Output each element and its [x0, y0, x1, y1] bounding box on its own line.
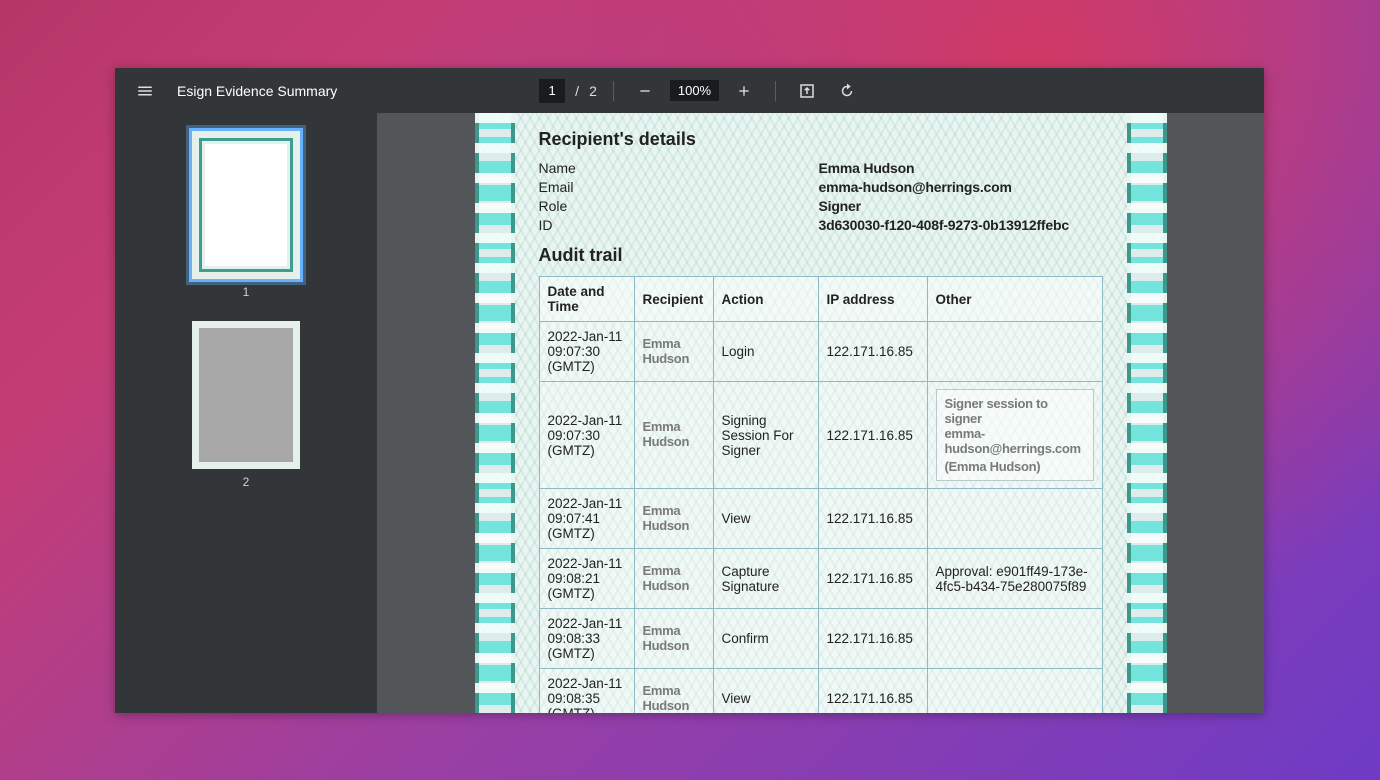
col-ip: IP address	[818, 277, 927, 322]
detail-label-id: ID	[539, 217, 819, 233]
plus-icon	[736, 83, 752, 99]
cell-recipient: EmmaHudson	[634, 549, 713, 609]
table-row: 2022-Jan-11 09:08:35 (GMTZ)EmmaHudsonVie…	[539, 669, 1102, 714]
cell-action: Signing Session For Signer	[713, 382, 818, 489]
table-header-row: Date and Time Recipient Action IP addres…	[539, 277, 1102, 322]
cell-other	[927, 609, 1102, 669]
cell-other: Approval: e901ff49-173e-4fc5-b434-75e280…	[927, 549, 1102, 609]
table-row: 2022-Jan-11 09:07:30 (GMTZ)EmmaHudsonLog…	[539, 322, 1102, 382]
toolbar-divider	[775, 81, 776, 101]
zoom-out-button[interactable]	[630, 76, 660, 106]
toolbar-center: / 2 100%	[337, 76, 1064, 106]
detail-label-role: Role	[539, 198, 819, 214]
rotate-button[interactable]	[832, 76, 862, 106]
recipient-heading: Recipient's details	[539, 129, 1103, 150]
cell-ip: 122.171.16.85	[818, 382, 927, 489]
detail-value-email: emma-hudson@herrings.com	[819, 179, 1103, 195]
col-other: Other	[927, 277, 1102, 322]
cell-other	[927, 489, 1102, 549]
zoom-level[interactable]: 100%	[670, 80, 719, 101]
other-detail-box: Signer session to signeremma-hudson@herr…	[936, 389, 1094, 481]
rotate-icon	[838, 82, 856, 100]
col-date-time: Date and Time	[539, 277, 634, 322]
cell-action: Login	[713, 322, 818, 382]
detail-value-role: Signer	[819, 198, 1103, 214]
col-action: Action	[713, 277, 818, 322]
other-line: (Emma Hudson)	[945, 459, 1085, 474]
table-row: 2022-Jan-11 09:08:21 (GMTZ)EmmaHudsonCap…	[539, 549, 1102, 609]
cell-recipient: EmmaHudson	[634, 322, 713, 382]
cell-action: Capture Signature	[713, 549, 818, 609]
thumbnail-label: 2	[243, 475, 250, 489]
cell-date-time: 2022-Jan-11 09:08:33 (GMTZ)	[539, 609, 634, 669]
thumbnail-label: 1	[243, 285, 250, 299]
document-content: Recipient's details Name Emma Hudson Ema…	[539, 113, 1103, 713]
detail-value-name: Emma Hudson	[819, 160, 1103, 176]
page-separator: /	[575, 83, 579, 99]
hamburger-icon	[136, 82, 154, 100]
audit-table-body: 2022-Jan-11 09:07:30 (GMTZ)EmmaHudsonLog…	[539, 322, 1102, 714]
cell-recipient: EmmaHudson	[634, 489, 713, 549]
cell-date-time: 2022-Jan-11 09:07:41 (GMTZ)	[539, 489, 634, 549]
cell-ip: 122.171.16.85	[818, 489, 927, 549]
cell-date-time: 2022-Jan-11 09:08:35 (GMTZ)	[539, 669, 634, 714]
cell-date-time: 2022-Jan-11 09:07:30 (GMTZ)	[539, 382, 634, 489]
col-recipient: Recipient	[634, 277, 713, 322]
document-pane[interactable]: Recipient's details Name Emma Hudson Ema…	[377, 113, 1264, 713]
page-border-left-icon	[475, 113, 515, 713]
detail-label-name: Name	[539, 160, 819, 176]
audit-table: Date and Time Recipient Action IP addres…	[539, 276, 1103, 713]
viewer-body: 1 2 Recipient's details Name Emma Hudson	[115, 113, 1264, 713]
table-row: 2022-Jan-11 09:07:30 (GMTZ)EmmaHudsonSig…	[539, 382, 1102, 489]
cell-recipient: EmmaHudson	[634, 382, 713, 489]
fit-page-icon	[798, 82, 816, 100]
menu-button[interactable]	[125, 71, 165, 111]
cell-ip: 122.171.16.85	[818, 549, 927, 609]
cell-ip: 122.171.16.85	[818, 669, 927, 714]
table-row: 2022-Jan-11 09:07:41 (GMTZ)EmmaHudsonVie…	[539, 489, 1102, 549]
other-line: Signer session to signer	[945, 396, 1085, 426]
thumbnail-preview	[199, 328, 293, 462]
table-row: 2022-Jan-11 09:08:33 (GMTZ)EmmaHudsonCon…	[539, 609, 1102, 669]
cell-action: View	[713, 669, 818, 714]
detail-label-email: Email	[539, 179, 819, 195]
recipient-details: Name Emma Hudson Email emma-hudson@herri…	[539, 160, 1103, 233]
audit-heading: Audit trail	[539, 245, 1103, 266]
cell-ip: 122.171.16.85	[818, 322, 927, 382]
toolbar-divider	[613, 81, 614, 101]
cell-action: View	[713, 489, 818, 549]
toolbar: Esign Evidence Summary / 2 100%	[115, 68, 1264, 113]
document-page: Recipient's details Name Emma Hudson Ema…	[475, 113, 1167, 713]
thumbnail-preview	[205, 144, 287, 266]
pdf-viewer-window: Esign Evidence Summary / 2 100%	[115, 68, 1264, 713]
minus-icon	[637, 83, 653, 99]
toolbar-left: Esign Evidence Summary	[115, 71, 337, 111]
page-number-input[interactable]	[539, 79, 565, 103]
cell-recipient: EmmaHudson	[634, 609, 713, 669]
cell-ip: 122.171.16.85	[818, 609, 927, 669]
fit-page-button[interactable]	[792, 76, 822, 106]
desktop-background: Esign Evidence Summary / 2 100%	[0, 0, 1380, 780]
cell-action: Confirm	[713, 609, 818, 669]
detail-value-id: 3d630030-f120-408f-9273-0b13912ffebc	[819, 217, 1103, 233]
thumbnail-2[interactable]	[192, 321, 300, 469]
other-line: emma-hudson@herrings.com	[945, 426, 1085, 456]
page-total: 2	[589, 83, 597, 99]
page-border-right-icon	[1127, 113, 1167, 713]
cell-recipient: EmmaHudson	[634, 669, 713, 714]
cell-other	[927, 322, 1102, 382]
document-title: Esign Evidence Summary	[177, 83, 337, 99]
cell-other	[927, 669, 1102, 714]
zoom-in-button[interactable]	[729, 76, 759, 106]
cell-other: Signer session to signeremma-hudson@herr…	[927, 382, 1102, 489]
cell-date-time: 2022-Jan-11 09:08:21 (GMTZ)	[539, 549, 634, 609]
thumbnail-sidebar: 1 2	[115, 113, 377, 713]
thumbnail-1[interactable]	[192, 131, 300, 279]
cell-date-time: 2022-Jan-11 09:07:30 (GMTZ)	[539, 322, 634, 382]
